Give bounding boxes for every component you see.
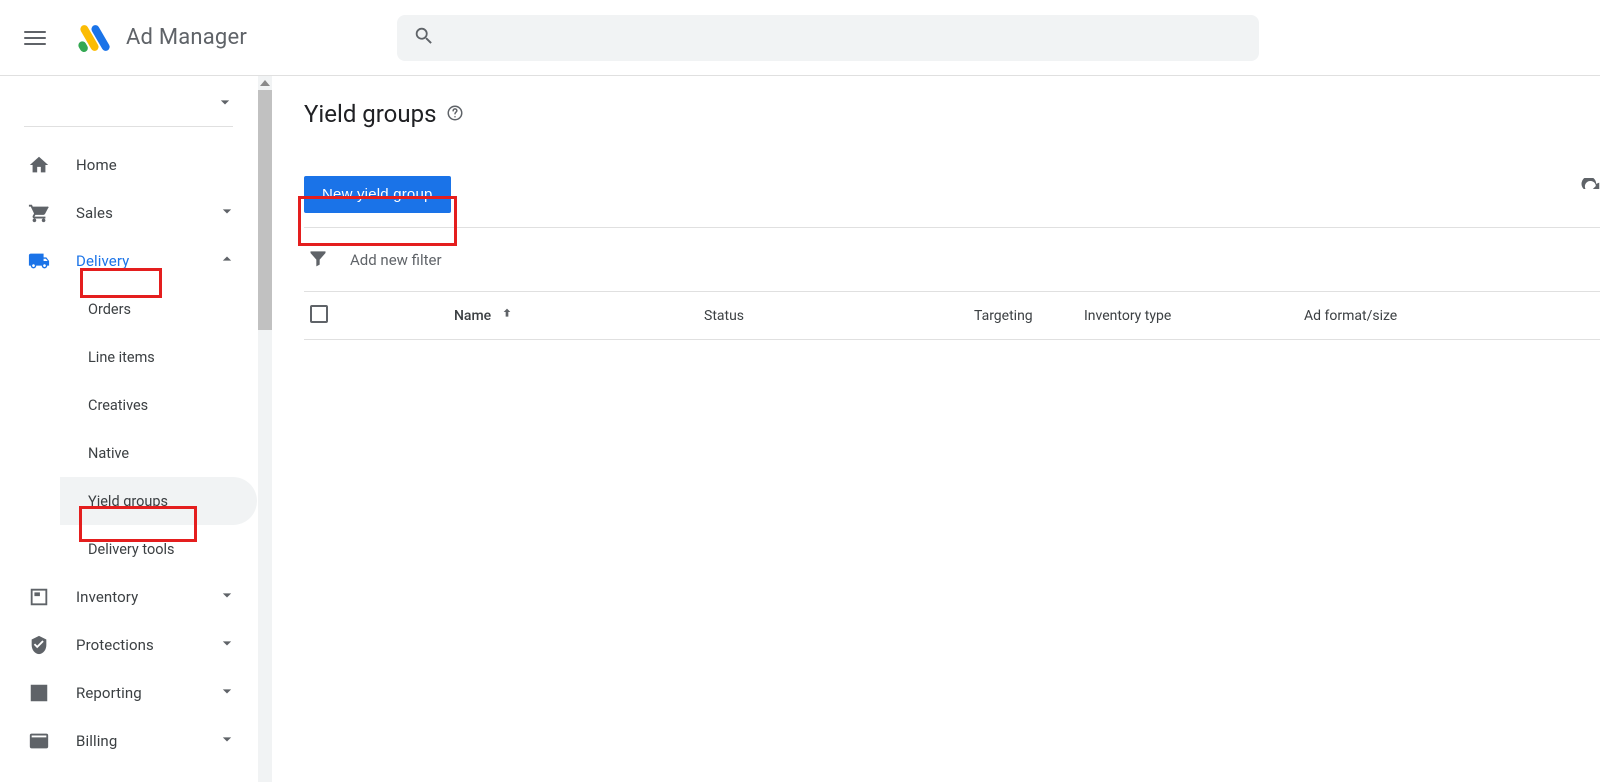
sidebar-sub-yield-groups[interactable]: Yield groups <box>60 477 257 525</box>
chevron-up-icon <box>217 249 237 273</box>
sidebar: Home Sales Delivery Orders Line items Cr… <box>0 76 258 782</box>
sidebar-item-home[interactable]: Home <box>0 141 257 189</box>
sidebar-item-inventory[interactable]: Inventory <box>0 573 257 621</box>
scrollbar-thumb[interactable] <box>258 90 272 330</box>
chevron-down-icon <box>217 681 237 705</box>
checkbox-icon[interactable] <box>310 305 328 323</box>
sidebar-label-protections: Protections <box>76 636 154 654</box>
sidebar-sub-creatives[interactable]: Creatives <box>60 381 257 429</box>
column-ad-format-size[interactable]: Ad format/size <box>1304 308 1584 324</box>
sidebar-sub-native[interactable]: Native <box>60 429 257 477</box>
sidebar-item-billing[interactable]: Billing <box>0 717 257 765</box>
sidebar-sub-orders[interactable]: Orders <box>60 285 257 333</box>
toolbar: New yield group <box>304 176 1600 213</box>
shield-icon <box>28 634 56 656</box>
chevron-down-icon <box>215 92 235 116</box>
search-box[interactable] <box>397 15 1259 61</box>
new-yield-group-button[interactable]: New yield group <box>304 176 451 213</box>
sidebar-item-reporting[interactable]: Reporting <box>0 669 257 717</box>
help-icon[interactable] <box>446 100 464 128</box>
inventory-icon <box>28 586 56 608</box>
sidebar-sub-line-items[interactable]: Line items <box>60 333 257 381</box>
sidebar-item-protections[interactable]: Protections <box>0 621 257 669</box>
sidebar-label-inventory: Inventory <box>76 588 138 606</box>
ad-manager-logo-icon <box>76 19 114 57</box>
table-header: Name Status Targeting Inventory type Ad … <box>304 292 1600 340</box>
column-name[interactable]: Name <box>454 306 704 326</box>
chevron-down-icon <box>217 585 237 609</box>
chevron-down-icon <box>217 633 237 657</box>
search-input[interactable] <box>449 29 1243 47</box>
sidebar-label-home: Home <box>76 156 117 174</box>
sidebar-label-delivery: Delivery <box>76 252 129 270</box>
sidebar-collapse-chevron[interactable] <box>0 76 257 126</box>
search-icon <box>413 25 435 51</box>
sidebar-label-billing: Billing <box>76 732 117 750</box>
sidebar-sub-delivery-tools[interactable]: Delivery tools <box>60 525 257 573</box>
menu-icon[interactable] <box>24 26 48 50</box>
chart-icon <box>28 682 56 704</box>
top-bar: Ad Manager <box>0 0 1600 76</box>
content-area: Yield groups New yield group Add new fil… <box>272 76 1600 782</box>
add-filter-label: Add new filter <box>350 251 442 269</box>
scrollbar-up-icon <box>260 80 270 86</box>
chevron-down-icon <box>217 201 237 225</box>
column-inventory-type[interactable]: Inventory type <box>1084 308 1304 324</box>
column-status[interactable]: Status <box>704 308 974 324</box>
app-title: Ad Manager <box>126 25 247 50</box>
delivery-submenu: Orders Line items Creatives Native Yield… <box>0 285 257 573</box>
column-targeting[interactable]: Targeting <box>974 308 1084 324</box>
refresh-icon[interactable] <box>1580 178 1600 204</box>
filter-icon <box>308 248 328 272</box>
sidebar-item-delivery[interactable]: Delivery <box>0 237 257 285</box>
filter-row[interactable]: Add new filter <box>304 228 1600 292</box>
home-icon <box>28 154 56 176</box>
app-logo[interactable]: Ad Manager <box>76 19 247 57</box>
sidebar-item-sales[interactable]: Sales <box>0 189 257 237</box>
cart-icon <box>28 202 56 224</box>
chevron-down-icon <box>217 729 237 753</box>
sidebar-label-reporting: Reporting <box>76 684 142 702</box>
sidebar-divider <box>24 126 233 127</box>
sidebar-label-sales: Sales <box>76 204 113 222</box>
sidebar-scrollbar[interactable] <box>258 76 272 782</box>
billing-icon <box>28 730 56 752</box>
sort-ascending-icon <box>499 306 515 326</box>
page-title: Yield groups <box>304 100 1600 128</box>
truck-icon <box>28 250 56 272</box>
select-all-cell[interactable] <box>304 305 454 327</box>
